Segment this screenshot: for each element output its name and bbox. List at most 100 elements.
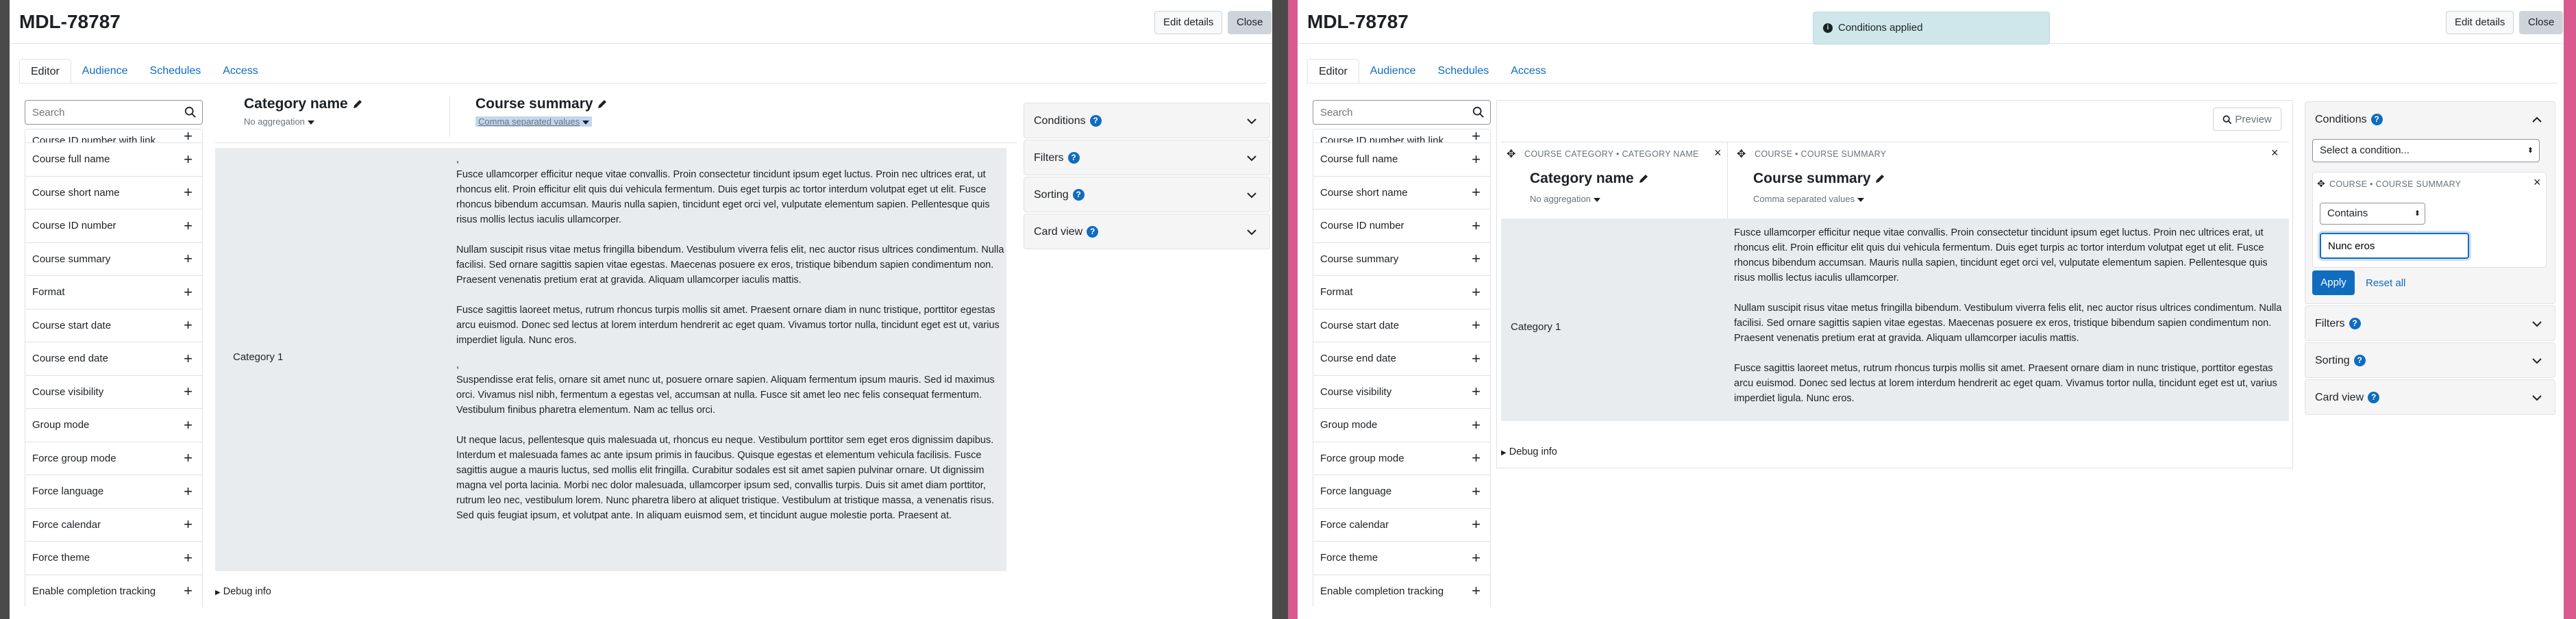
edit-details-button[interactable]: Edit details <box>1154 11 1223 34</box>
search-input[interactable] <box>1313 101 1464 124</box>
plus-icon[interactable]: + <box>1472 483 1481 501</box>
help-icon[interactable]: ? <box>2370 114 2383 126</box>
plus-icon[interactable]: + <box>184 549 193 567</box>
pencil-icon[interactable] <box>597 99 608 110</box>
plus-icon[interactable]: + <box>1472 217 1481 235</box>
plus-icon[interactable]: + <box>184 516 193 533</box>
chevron-down-icon[interactable] <box>2531 392 2542 403</box>
plus-icon[interactable]: + <box>1472 516 1481 533</box>
list-item[interactable]: Force calendar + <box>1313 509 1490 542</box>
plus-icon[interactable]: + <box>1472 549 1481 567</box>
apply-button[interactable]: Apply <box>2312 270 2355 295</box>
aggregation-select[interactable]: No aggregation <box>1530 194 1591 204</box>
condition-value-input[interactable] <box>2320 233 2469 259</box>
plus-icon[interactable]: + <box>1472 383 1481 401</box>
list-item[interactable]: Course short name + <box>1313 177 1490 210</box>
list-item[interactable]: Course visibility + <box>1313 376 1490 409</box>
list-item[interactable]: Course end date + <box>25 342 202 376</box>
list-item[interactable]: Course ID number + <box>1313 210 1490 243</box>
list-item[interactable]: Course visibility + <box>25 376 202 409</box>
plus-icon[interactable]: + <box>1472 449 1481 467</box>
list-item[interactable]: Course summary + <box>1313 243 1490 276</box>
plus-icon[interactable]: + <box>184 449 193 467</box>
column-header-category[interactable]: Category name No aggregation <box>244 96 449 149</box>
column-header-summary[interactable]: ✥ COURSE • COURSE SUMMARY × Course summa… <box>1737 146 2285 216</box>
plus-icon[interactable]: + <box>1472 250 1481 268</box>
plus-icon[interactable]: + <box>184 250 193 268</box>
chevron-down-icon[interactable] <box>582 120 590 125</box>
tab-schedules[interactable]: Schedules <box>139 59 212 84</box>
plus-icon[interactable]: + <box>184 383 193 401</box>
chevron-down-icon[interactable] <box>1246 190 1257 201</box>
debug-info-toggle[interactable]: ▶ Debug info <box>215 586 271 597</box>
plus-icon[interactable]: + <box>184 217 193 235</box>
list-item[interactable]: Enable completion tracking + <box>25 575 202 607</box>
plus-icon[interactable]: + <box>184 283 193 301</box>
plus-icon[interactable]: + <box>184 483 193 501</box>
help-icon[interactable]: ? <box>1087 226 1099 238</box>
card-view-panel[interactable]: Card view? <box>1024 214 1270 249</box>
tab-editor[interactable]: Editor <box>19 59 71 84</box>
list-item[interactable]: Force calendar + <box>25 509 202 542</box>
move-icon[interactable]: ✥ <box>2317 178 2325 190</box>
list-item[interactable]: Course end date + <box>1313 342 1490 376</box>
tab-audience[interactable]: Audience <box>71 59 139 84</box>
sorting-panel[interactable]: Sorting? <box>2305 342 2555 378</box>
move-icon[interactable]: ✥ <box>1737 147 1746 161</box>
list-item[interactable]: Course ID number with link + <box>1313 129 1490 143</box>
list-item[interactable]: Enable completion tracking + <box>1313 575 1490 607</box>
plus-icon[interactable]: + <box>184 129 193 142</box>
list-item[interactable]: Force theme + <box>25 542 202 575</box>
plus-icon[interactable]: + <box>1472 129 1481 142</box>
chevron-down-icon[interactable] <box>307 120 314 125</box>
condition-select[interactable]: Select a condition... ⬍ <box>2312 139 2540 162</box>
pencil-icon[interactable] <box>352 99 363 110</box>
list-item[interactable]: Course summary + <box>25 243 202 276</box>
help-icon[interactable]: ? <box>2353 355 2366 367</box>
search-icon[interactable] <box>1472 106 1485 118</box>
move-icon[interactable]: ✥ <box>1507 147 1515 161</box>
search-icon[interactable] <box>184 106 197 118</box>
list-item[interactable]: Course ID number with link + <box>25 129 202 143</box>
tab-access[interactable]: Access <box>212 59 269 84</box>
list-item[interactable]: Course start date + <box>1313 310 1490 342</box>
list-item[interactable]: Group mode + <box>25 409 202 442</box>
plus-icon[interactable]: + <box>1472 416 1481 434</box>
search-input[interactable] <box>25 101 176 124</box>
column-header-category[interactable]: ✥ COURSE CATEGORY • CATEGORY NAME × Cate… <box>1507 146 1727 216</box>
list-item[interactable]: Force theme + <box>1313 542 1490 575</box>
column-header-summary[interactable]: Course summary Comma separated values <box>475 96 750 149</box>
close-button[interactable]: Close <box>1228 11 1272 34</box>
plus-icon[interactable]: + <box>184 184 193 201</box>
list-item[interactable]: Course full name + <box>1313 143 1490 177</box>
plus-icon[interactable]: + <box>1472 283 1481 301</box>
chevron-down-icon[interactable] <box>1857 197 1865 202</box>
plus-icon[interactable]: + <box>184 582 193 600</box>
help-icon[interactable]: ? <box>2349 318 2361 330</box>
filters-panel[interactable]: Filters? <box>1024 140 1270 175</box>
chevron-down-icon[interactable] <box>1593 197 1600 202</box>
plus-icon[interactable]: + <box>1472 350 1481 368</box>
aggregation-select[interactable]: No aggregation <box>244 116 305 127</box>
debug-info-toggle[interactable]: ▶ Debug info <box>1501 446 1557 457</box>
chevron-down-icon[interactable] <box>2531 318 2542 329</box>
list-item[interactable]: Force group mode + <box>1313 442 1490 475</box>
help-icon[interactable]: ? <box>1067 152 1080 164</box>
tab-schedules[interactable]: Schedules <box>1427 59 1500 84</box>
help-icon[interactable]: ? <box>2368 392 2380 404</box>
tab-editor[interactable]: Editor <box>1307 59 1359 84</box>
list-item[interactable]: Force language + <box>1313 475 1490 509</box>
plus-icon[interactable]: + <box>184 350 193 368</box>
close-icon[interactable]: × <box>2534 175 2541 190</box>
chevron-down-icon[interactable] <box>1246 227 1257 238</box>
preview-button[interactable]: Preview <box>2213 108 2281 131</box>
plus-icon[interactable]: + <box>1472 582 1481 600</box>
plus-icon[interactable]: + <box>1472 316 1481 334</box>
list-item[interactable]: Format + <box>1313 276 1490 310</box>
conditions-panel-header[interactable]: Conditions? <box>2305 102 2555 138</box>
plus-icon[interactable]: + <box>1472 184 1481 201</box>
chevron-down-icon[interactable] <box>2531 355 2542 366</box>
plus-icon[interactable]: + <box>184 416 193 434</box>
edit-details-button[interactable]: Edit details <box>2446 11 2514 34</box>
help-icon[interactable]: ? <box>1089 115 1102 127</box>
